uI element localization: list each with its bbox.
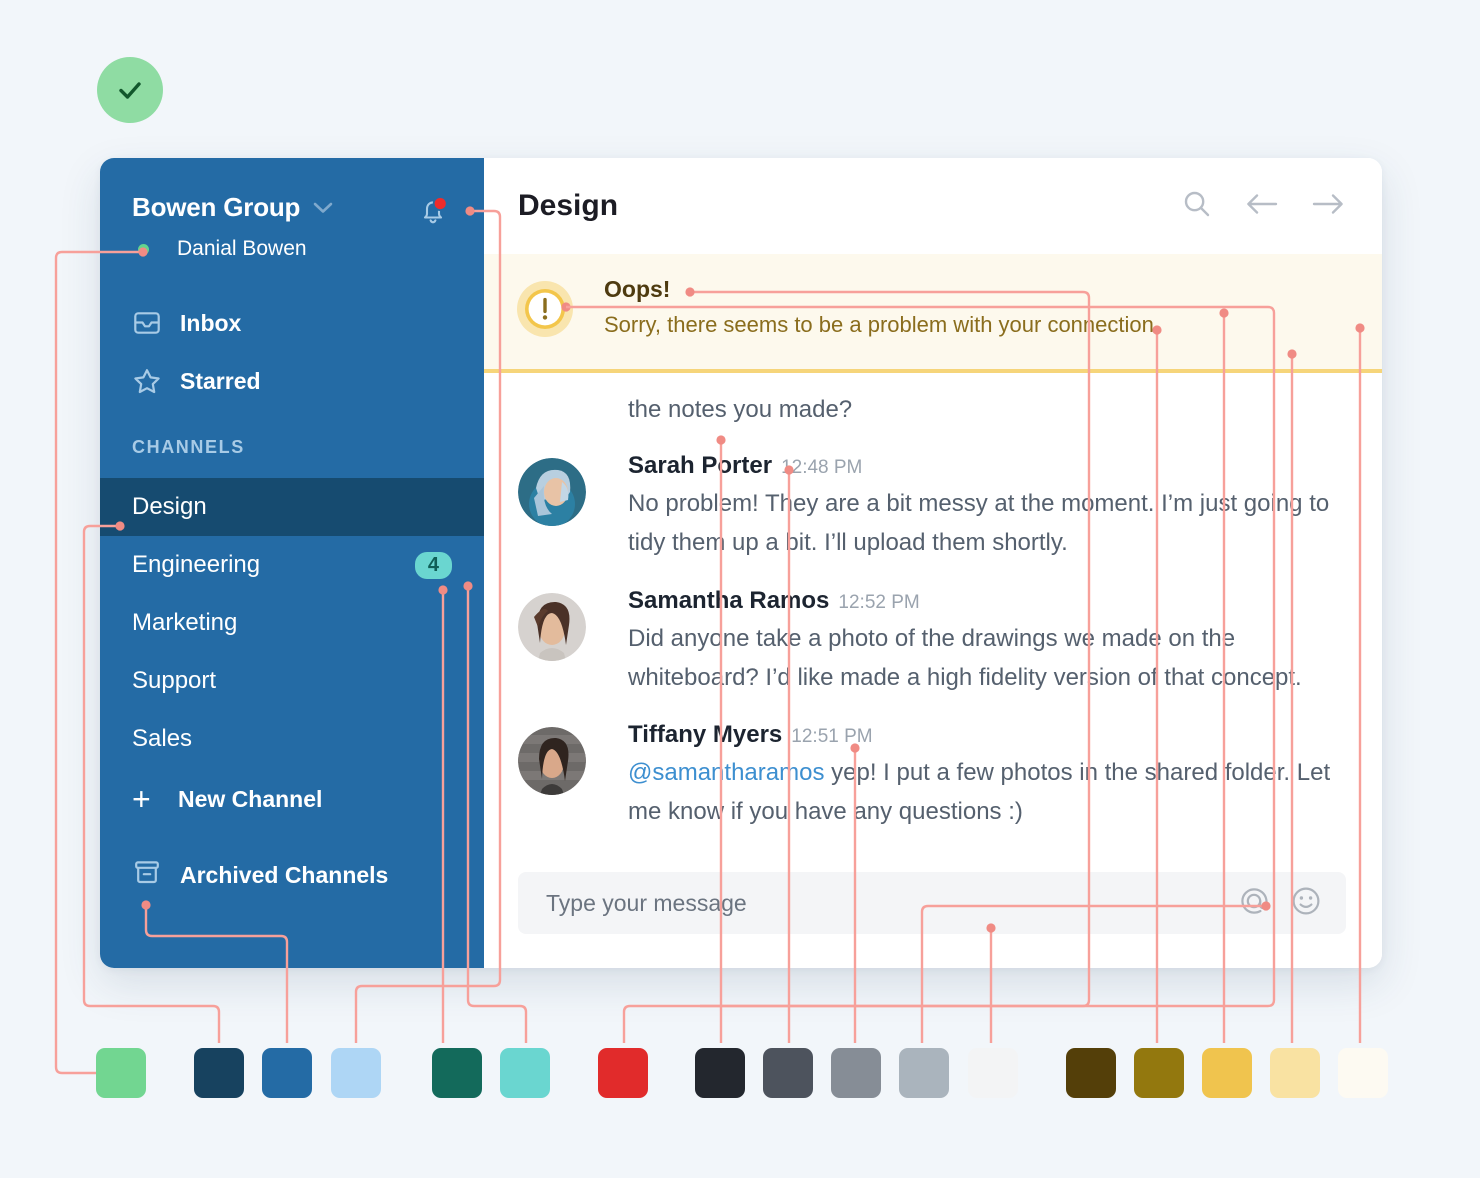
- channel-label: Support: [132, 667, 216, 695]
- composer-wrap: Type your message: [484, 862, 1382, 968]
- channel-label: Marketing: [132, 609, 237, 637]
- new-channel-button[interactable]: + New Channel: [100, 772, 484, 826]
- swatch-gray[interactable]: [831, 1048, 881, 1098]
- message-time: 12:52 PM: [838, 592, 919, 614]
- message-item: Samantha Ramos 12:52 PM Did anyone take …: [518, 587, 1346, 698]
- chevron-down-icon[interactable]: [313, 201, 333, 219]
- new-channel-label: New Channel: [178, 786, 322, 813]
- swatch-navy-dark[interactable]: [194, 1048, 244, 1098]
- swatch-cream[interactable]: [1338, 1048, 1388, 1098]
- success-check-badge: [97, 57, 163, 123]
- message-text: @samantharamos yep! I put a few photos i…: [628, 754, 1346, 832]
- composer-placeholder: Type your message: [546, 890, 747, 917]
- message-list: the notes you made?: [484, 373, 1382, 862]
- channel-list: Design Engineering 4 Marketing Support S…: [100, 478, 484, 768]
- alert-text: Oops! Sorry, there seems to be a problem…: [604, 276, 1160, 345]
- sidebar-item-design[interactable]: Design: [100, 478, 484, 536]
- current-user-name: Danial Bowen: [177, 237, 307, 261]
- swatch-gray-light[interactable]: [899, 1048, 949, 1098]
- swatch-charcoal[interactable]: [695, 1048, 745, 1098]
- sidebar-item-engineering[interactable]: Engineering 4: [100, 536, 484, 594]
- header-actions: [1180, 187, 1346, 226]
- emoji-icon[interactable]: [1288, 883, 1324, 924]
- presence-dot: [138, 244, 149, 255]
- message-author: Tiffany Myers: [628, 721, 782, 749]
- swatch-teal[interactable]: [500, 1048, 550, 1098]
- message-input[interactable]: Type your message: [518, 872, 1346, 934]
- message-item: Tiffany Myers 12:51 PM @samantharamos ye…: [518, 721, 1346, 832]
- message-author: Samantha Ramos: [628, 587, 829, 615]
- swatch-olive-dark[interactable]: [1066, 1048, 1116, 1098]
- partial-message-text: the notes you made?: [518, 391, 1346, 430]
- channel-label: Design: [132, 493, 207, 521]
- message-time: 12:51 PM: [791, 726, 872, 748]
- current-user[interactable]: Danial Bowen: [138, 237, 452, 261]
- message-item: Sarah Porter 12:48 PM No problem! They a…: [518, 452, 1346, 563]
- star-icon: [132, 366, 166, 396]
- mention-link[interactable]: @samantharamos: [628, 759, 824, 786]
- app-window: Bowen Group Danial Bowen: [100, 158, 1382, 968]
- alert-message: Sorry, there seems to be a problem with …: [604, 312, 1160, 338]
- message-header: Tiffany Myers 12:51 PM: [628, 721, 1346, 749]
- main-panel: Design: [484, 158, 1382, 968]
- message-time: 12:48 PM: [781, 457, 862, 479]
- sidebar: Bowen Group Danial Bowen: [100, 158, 484, 968]
- composer-actions: [1236, 883, 1324, 924]
- workspace-switcher[interactable]: Bowen Group: [132, 192, 452, 223]
- swatch-olive[interactable]: [1134, 1048, 1184, 1098]
- swatch-gold[interactable]: [1202, 1048, 1252, 1098]
- color-palette: [0, 1048, 1480, 1102]
- avatar: [518, 727, 586, 795]
- swatch-teal-dark[interactable]: [432, 1048, 482, 1098]
- message-header: Samantha Ramos 12:52 PM: [628, 587, 1346, 615]
- channel-label: Sales: [132, 725, 192, 753]
- swatch-gold-light[interactable]: [1270, 1048, 1320, 1098]
- archived-channels-label: Archived Channels: [180, 862, 388, 889]
- arrow-left-icon[interactable]: [1244, 189, 1280, 224]
- sidebar-item-marketing[interactable]: Marketing: [100, 594, 484, 652]
- inbox-icon: [132, 308, 166, 338]
- swatch-red[interactable]: [598, 1048, 648, 1098]
- swatch-slate[interactable]: [763, 1048, 813, 1098]
- search-icon[interactable]: [1180, 187, 1214, 226]
- page-title: Design: [518, 189, 618, 223]
- workspace-name: Bowen Group: [132, 192, 300, 223]
- archived-channels-button[interactable]: Archived Channels: [100, 848, 484, 902]
- message-header: Sarah Porter 12:48 PM: [628, 452, 1346, 480]
- channels-section-title: CHANNELS: [100, 437, 484, 458]
- message-text: No problem! They are a bit messy at the …: [628, 485, 1346, 563]
- unread-badge: 4: [415, 552, 452, 579]
- check-icon: [113, 73, 147, 107]
- alert-title: Oops!: [604, 276, 1160, 303]
- arrow-right-icon[interactable]: [1310, 189, 1346, 224]
- message-body: Tiffany Myers 12:51 PM @samantharamos ye…: [628, 721, 1346, 832]
- sidebar-item-label: Inbox: [180, 310, 241, 337]
- plus-icon: +: [132, 781, 166, 818]
- swatch-blue-light[interactable]: [331, 1048, 381, 1098]
- avatar: [518, 458, 586, 526]
- message-body: Samantha Ramos 12:52 PM Did anyone take …: [628, 587, 1346, 698]
- message-body: Sarah Porter 12:48 PM No problem! They a…: [628, 452, 1346, 563]
- connection-alert: Oops! Sorry, there seems to be a problem…: [484, 254, 1382, 373]
- sidebar-item-sales[interactable]: Sales: [100, 710, 484, 768]
- bell-icon[interactable]: [416, 194, 450, 228]
- sidebar-item-starred[interactable]: Starred: [100, 357, 484, 405]
- channel-label: Engineering: [132, 551, 260, 579]
- sidebar-item-inbox[interactable]: Inbox: [100, 299, 484, 347]
- swatch-off-white[interactable]: [968, 1048, 1018, 1098]
- swatch-green[interactable]: [96, 1048, 146, 1098]
- mention-icon[interactable]: [1236, 883, 1272, 924]
- archive-icon: [132, 857, 166, 893]
- sidebar-item-label: Starred: [180, 368, 261, 395]
- sidebar-item-support[interactable]: Support: [100, 652, 484, 710]
- exclamation-icon: [514, 278, 576, 345]
- avatar: [518, 593, 586, 661]
- channel-header: Design: [484, 158, 1382, 254]
- message-author: Sarah Porter: [628, 452, 772, 480]
- message-text: Did anyone take a photo of the drawings …: [628, 620, 1346, 698]
- swatch-blue[interactable]: [262, 1048, 312, 1098]
